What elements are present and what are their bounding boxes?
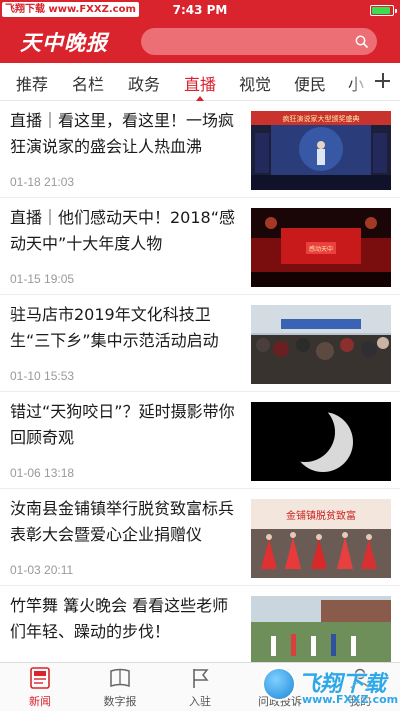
watermark-sub-text: www.FXXZ.com xyxy=(302,693,399,706)
news-date: 01-03 20:11 xyxy=(10,563,74,577)
news-title[interactable]: 直播｜他们感动天中！2018“感动天中”十大年度人物 xyxy=(10,205,242,257)
news-date: 01-10 15:53 xyxy=(10,369,75,383)
app-logo: 天中晚报 xyxy=(20,30,108,55)
tab-live[interactable]: 直播 xyxy=(184,71,216,95)
news-title[interactable]: 直播｜看这里，看这里！一场疯狂演说家的盛会让人热血沸 xyxy=(10,108,242,160)
nav-join[interactable]: 入驻 xyxy=(160,663,240,711)
news-item[interactable]: 直播｜他们感动天中！2018“感动天中”十大年度人物 01-15 19:05 感… xyxy=(0,198,400,295)
status-time: 7:43 PM xyxy=(172,3,228,17)
watermark-badge: 飞翔下载 www.FXXZ.com xyxy=(258,664,399,710)
news-item[interactable]: 汝南县金铺镇举行脱贫致富标兵表彰大会暨爱心企业捐赠仪 01-03 20:11 金… xyxy=(0,489,400,586)
red-dance-performance-photo[interactable]: 金铺镇脱贫致富 xyxy=(251,499,391,578)
campus-dance-photo[interactable] xyxy=(251,596,391,662)
tab-visual[interactable]: 视觉 xyxy=(239,71,271,95)
photo-caption: 感动天中 xyxy=(309,245,333,253)
news-title[interactable]: 竹竿舞 篝火晚会 看看这些老师们年轻、躁动的步伐！ xyxy=(10,593,242,645)
tab-recommend[interactable]: 推荐 xyxy=(16,71,48,95)
news-item[interactable]: 驻马店市2019年文化科技卫生“三下乡”集中示范活动启动 01-10 15:53 xyxy=(0,295,400,392)
flag-icon xyxy=(193,669,209,688)
search-icon[interactable] xyxy=(355,35,368,48)
tab-fade xyxy=(350,63,370,100)
add-channel-button[interactable] xyxy=(368,63,400,100)
battery-icon xyxy=(370,5,397,16)
search-input[interactable] xyxy=(141,28,377,55)
outdoor-crowd-event-photo[interactable] xyxy=(251,305,391,384)
news-title[interactable]: 汝南县金铺镇举行脱贫致富标兵表彰大会暨爱心企业捐赠仪 xyxy=(10,496,242,548)
tab-convenience[interactable]: 便民 xyxy=(294,71,326,95)
solar-eclipse-photo[interactable] xyxy=(251,402,391,481)
nav-label: 数字报 xyxy=(103,695,137,708)
news-item[interactable]: 错过“天狗咬日”？延时摄影带你回顾奇观 01-06 13:18 xyxy=(0,392,400,489)
photo-caption: 金铺镇脱贫致富 xyxy=(286,509,356,522)
news-date: 01-18 21:03 xyxy=(10,175,75,189)
news-item[interactable]: 直播｜看这里，看这里！一场疯狂演说家的盛会让人热血沸 01-18 21:03 疯… xyxy=(0,101,400,198)
news-title[interactable]: 错过“天狗咬日”？延时摄影带你回顾奇观 xyxy=(10,399,242,451)
nav-digital-paper[interactable]: 数字报 xyxy=(80,663,160,711)
app-header: 天中晚报 xyxy=(0,20,400,63)
newspaper-icon xyxy=(110,668,130,688)
photo-caption: 疯狂演说家大型颁奖盛典 xyxy=(283,114,360,123)
news-date: 01-15 19:05 xyxy=(10,272,75,286)
news-date: 01-06 13:18 xyxy=(10,466,75,480)
red-stage-ceremony-photo[interactable]: 感动天中 xyxy=(251,208,391,287)
news-item[interactable]: 竹竿舞 篝火晚会 看看这些老师们年轻、躁动的步伐！ xyxy=(0,586,400,662)
tab-government[interactable]: 政务 xyxy=(128,71,160,95)
watermark-logo-icon xyxy=(262,667,296,701)
category-tab-bar: 推荐 名栏 政务 直播 视觉 便民 小 xyxy=(0,63,400,101)
news-icon xyxy=(30,667,50,689)
news-title[interactable]: 驻马店市2019年文化科技卫生“三下乡”集中示范活动启动 xyxy=(10,302,242,354)
nav-news[interactable]: 新闻 xyxy=(0,663,80,711)
nav-label: 新闻 xyxy=(29,695,51,708)
tab-columns[interactable]: 名栏 xyxy=(72,71,104,95)
status-bar: 飞翔下载 www.FXXZ.com 7:43 PM xyxy=(0,0,400,20)
stage-speaker-photo[interactable]: 疯狂演说家大型颁奖盛典 xyxy=(251,111,391,190)
nav-label: 入驻 xyxy=(189,695,211,708)
news-list: 直播｜看这里，看这里！一场疯狂演说家的盛会让人热血沸 01-18 21:03 疯… xyxy=(0,101,400,662)
